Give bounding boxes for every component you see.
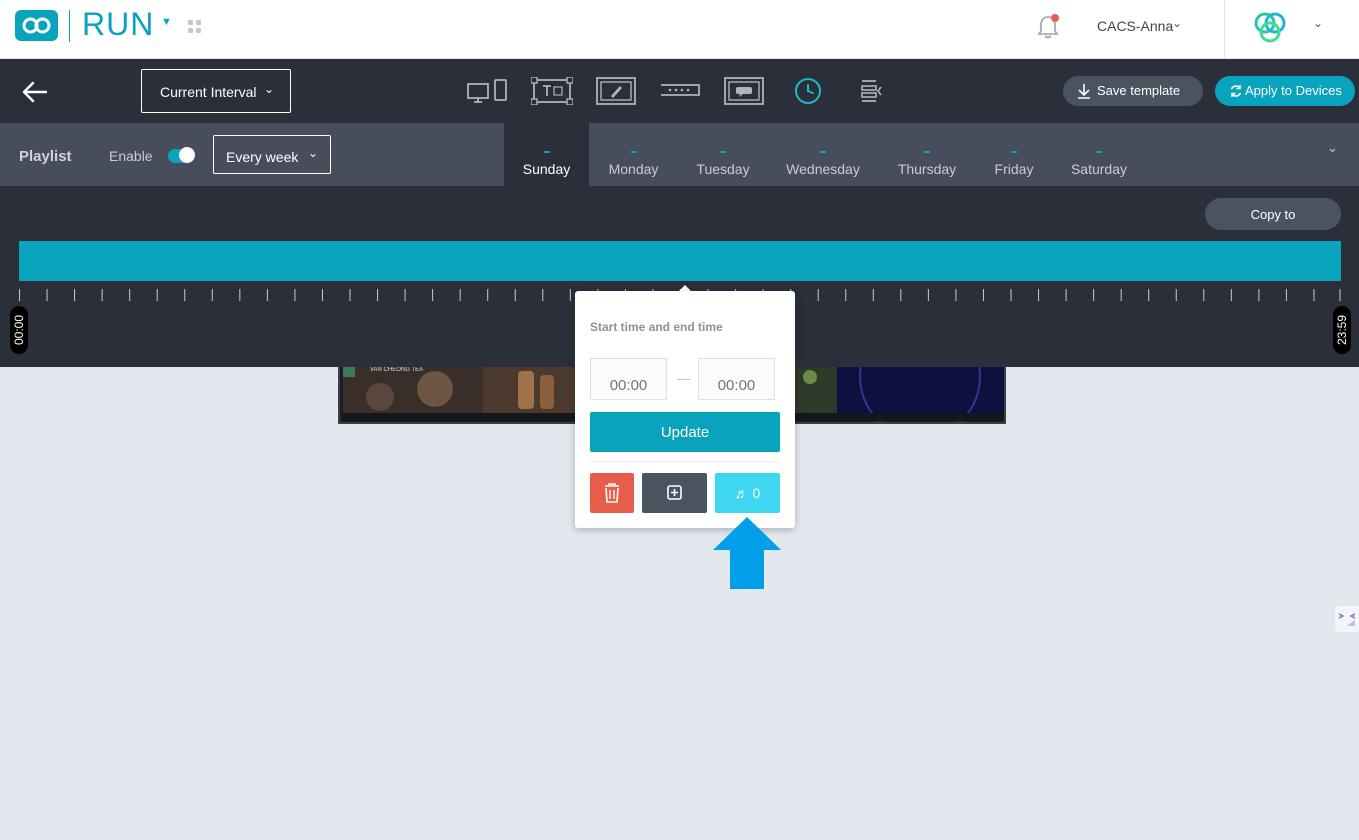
app-logo[interactable] bbox=[15, 10, 58, 41]
start-time-input[interactable] bbox=[590, 358, 667, 400]
interval-select[interactable]: Current Interval ⌄ bbox=[141, 69, 291, 113]
brand-logo-icon[interactable] bbox=[1250, 10, 1290, 44]
tab-sunday[interactable]: Sunday bbox=[504, 123, 589, 186]
playlist-bar: Playlist Enable Every week ⌄ Sunday Mond… bbox=[0, 123, 1359, 186]
chevron-down-icon[interactable]: ⌄ bbox=[1172, 16, 1182, 30]
tab-wednesday[interactable]: Wednesday bbox=[778, 123, 868, 186]
edit-frame-icon[interactable] bbox=[596, 77, 636, 105]
popup-divider bbox=[590, 461, 780, 462]
day-tick bbox=[820, 151, 826, 153]
clock-icon[interactable] bbox=[794, 77, 822, 105]
end-time-badge: 23:59 bbox=[1333, 306, 1351, 354]
infinity-icon bbox=[22, 17, 51, 34]
chevron-down-icon: ⌄ bbox=[307, 146, 318, 160]
trash-icon bbox=[605, 483, 619, 503]
repeat-select-value: Every week bbox=[226, 149, 299, 165]
tab-label: Saturday bbox=[1070, 161, 1128, 177]
tab-tuesday[interactable]: Tuesday bbox=[686, 123, 760, 186]
apply-to-devices-label: Apply to Devices bbox=[1245, 83, 1342, 98]
time-range-popup: Start time and end time — Update ♬ 0 bbox=[575, 291, 795, 528]
start-time-label: 00:00 bbox=[12, 314, 26, 346]
tab-label: Sunday bbox=[522, 161, 571, 177]
day-tick bbox=[1096, 151, 1102, 153]
tab-label: Thursday bbox=[897, 161, 957, 177]
save-template-button[interactable]: Save template bbox=[1063, 76, 1203, 106]
text-widget-icon[interactable] bbox=[531, 77, 573, 105]
interval-select-value: Current Interval bbox=[160, 84, 257, 100]
helper-icon bbox=[1338, 613, 1356, 626]
day-tick bbox=[630, 151, 637, 153]
chevron-down-icon: ⌄ bbox=[263, 82, 274, 96]
music-count: 0 bbox=[752, 485, 761, 501]
tab-label: Wednesday bbox=[786, 161, 860, 177]
tab-saturday[interactable]: Saturday bbox=[1063, 123, 1135, 186]
background-music-button[interactable]: ♬ 0 bbox=[715, 473, 780, 513]
end-time-label: 23:59 bbox=[1335, 314, 1349, 346]
day-tick bbox=[720, 151, 726, 153]
toggle-knob bbox=[179, 147, 195, 163]
back-arrow-icon[interactable] bbox=[22, 81, 48, 103]
download-icon bbox=[1078, 84, 1090, 99]
editor-toolbar: Current Interval ⌄ Save template Apply t… bbox=[0, 59, 1359, 123]
music-note-icon: ♬ bbox=[734, 485, 749, 501]
update-button[interactable]: Update bbox=[590, 412, 780, 452]
tab-monday[interactable]: Monday bbox=[596, 123, 671, 186]
sync-icon bbox=[1230, 85, 1242, 97]
plus-square-icon bbox=[667, 485, 682, 500]
repeat-select[interactable]: Every week ⌄ bbox=[213, 135, 331, 174]
start-time-badge: 00:00 bbox=[10, 306, 28, 354]
enable-label: Enable bbox=[109, 148, 153, 164]
enable-toggle[interactable] bbox=[168, 147, 195, 163]
day-tick bbox=[924, 151, 930, 153]
end-time-input[interactable] bbox=[698, 358, 775, 400]
preview-video-title: VAN CHEONG TEA bbox=[370, 367, 424, 373]
collapse-chevron-icon[interactable]: ⌄ bbox=[1327, 140, 1338, 156]
top-header: RUN ▼ CACS-Anna ⌄ ⌄ bbox=[0, 0, 1359, 59]
user-name[interactable]: CACS-Anna bbox=[1097, 18, 1173, 34]
add-content-button[interactable] bbox=[642, 473, 707, 513]
tab-label: Tuesday bbox=[696, 161, 750, 177]
day-tick bbox=[1011, 151, 1017, 153]
up-arrow-annotation-icon bbox=[713, 517, 781, 589]
header-divider bbox=[1224, 0, 1225, 59]
timeline-segment[interactable] bbox=[19, 241, 1341, 281]
playlist-title: Playlist bbox=[19, 148, 72, 165]
caret-down-icon[interactable]: ▼ bbox=[161, 16, 172, 28]
align-icon[interactable] bbox=[859, 77, 883, 105]
day-tick bbox=[543, 151, 550, 153]
tab-label: Monday bbox=[608, 161, 659, 177]
logo-divider bbox=[69, 10, 70, 42]
ticker-icon[interactable] bbox=[660, 77, 700, 105]
apps-grid-icon[interactable] bbox=[188, 20, 202, 34]
popup-title: Start time and end time bbox=[590, 320, 723, 334]
notification-dot bbox=[1051, 14, 1059, 22]
tab-thursday[interactable]: Thursday bbox=[887, 123, 967, 186]
message-icon[interactable] bbox=[724, 77, 764, 105]
tab-label: Friday bbox=[994, 161, 1034, 177]
copy-to-button[interactable]: Copy to bbox=[1205, 198, 1341, 230]
save-template-label: Save template bbox=[1097, 83, 1181, 98]
apply-to-devices-button[interactable]: Apply to Devices bbox=[1215, 76, 1355, 106]
time-range-dash: — bbox=[677, 371, 690, 386]
delete-button[interactable] bbox=[590, 473, 634, 513]
side-helper-widget[interactable] bbox=[1335, 606, 1359, 632]
screens-icon[interactable] bbox=[467, 77, 509, 105]
tab-friday[interactable]: Friday bbox=[985, 123, 1043, 186]
app-name[interactable]: RUN bbox=[82, 6, 154, 43]
chevron-down-icon[interactable]: ⌄ bbox=[1313, 16, 1323, 30]
